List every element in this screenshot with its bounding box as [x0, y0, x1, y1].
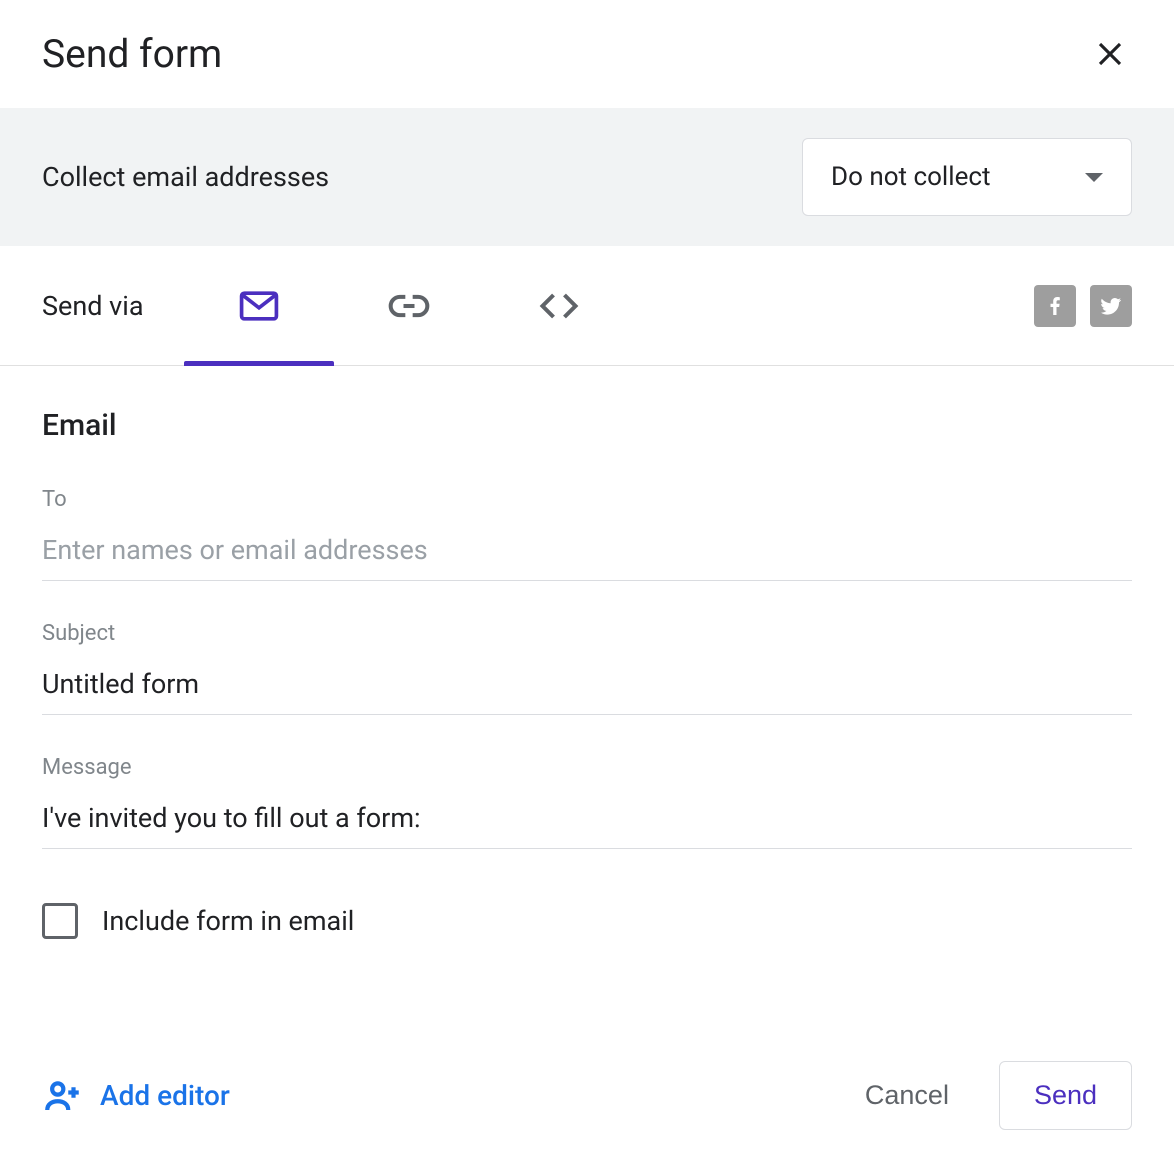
message-input[interactable]: [42, 796, 1132, 849]
tab-link[interactable]: [334, 246, 484, 365]
twitter-icon: [1099, 294, 1123, 318]
mail-icon: [237, 284, 281, 328]
to-field: To: [42, 487, 1132, 581]
share-facebook-button[interactable]: [1034, 285, 1076, 327]
send-button[interactable]: Send: [999, 1061, 1132, 1130]
email-section: Email To Subject Message Include form in…: [0, 366, 1174, 1015]
send-via-row: Send via: [0, 246, 1174, 366]
collect-email-label: Collect email addresses: [42, 161, 329, 193]
facebook-icon: [1043, 294, 1067, 318]
collect-email-select[interactable]: Do not collect: [802, 138, 1132, 216]
message-field: Message: [42, 755, 1132, 849]
tab-embed[interactable]: [484, 246, 634, 365]
tab-email[interactable]: [184, 246, 334, 365]
add-editor-button[interactable]: Add editor: [42, 1075, 230, 1117]
person-add-icon: [42, 1075, 84, 1117]
close-icon: [1095, 39, 1125, 69]
to-input[interactable]: [42, 528, 1132, 581]
close-button[interactable]: [1086, 30, 1134, 78]
subject-field: Subject: [42, 621, 1132, 715]
include-form-row: Include form in email: [42, 903, 1132, 939]
subject-input[interactable]: [42, 662, 1132, 715]
to-field-label: To: [42, 487, 1132, 512]
dialog-title: Send form: [42, 31, 222, 77]
dialog-footer: Add editor Cancel Send: [0, 1015, 1174, 1172]
add-editor-label: Add editor: [100, 1079, 230, 1112]
include-form-checkbox[interactable]: [42, 903, 78, 939]
collect-email-select-value: Do not collect: [831, 162, 990, 192]
chevron-down-icon: [1085, 173, 1103, 182]
embed-icon: [537, 284, 581, 328]
send-form-dialog: Send form Collect email addresses Do not…: [0, 0, 1174, 1172]
dialog-header: Send form: [0, 0, 1174, 108]
send-via-label: Send via: [42, 290, 144, 322]
share-twitter-button[interactable]: [1090, 285, 1132, 327]
message-field-label: Message: [42, 755, 1132, 780]
include-form-label: Include form in email: [102, 905, 354, 937]
link-icon: [387, 284, 431, 328]
collect-email-bar: Collect email addresses Do not collect: [0, 108, 1174, 246]
cancel-button[interactable]: Cancel: [831, 1062, 983, 1129]
email-section-title: Email: [42, 408, 1132, 443]
subject-field-label: Subject: [42, 621, 1132, 646]
